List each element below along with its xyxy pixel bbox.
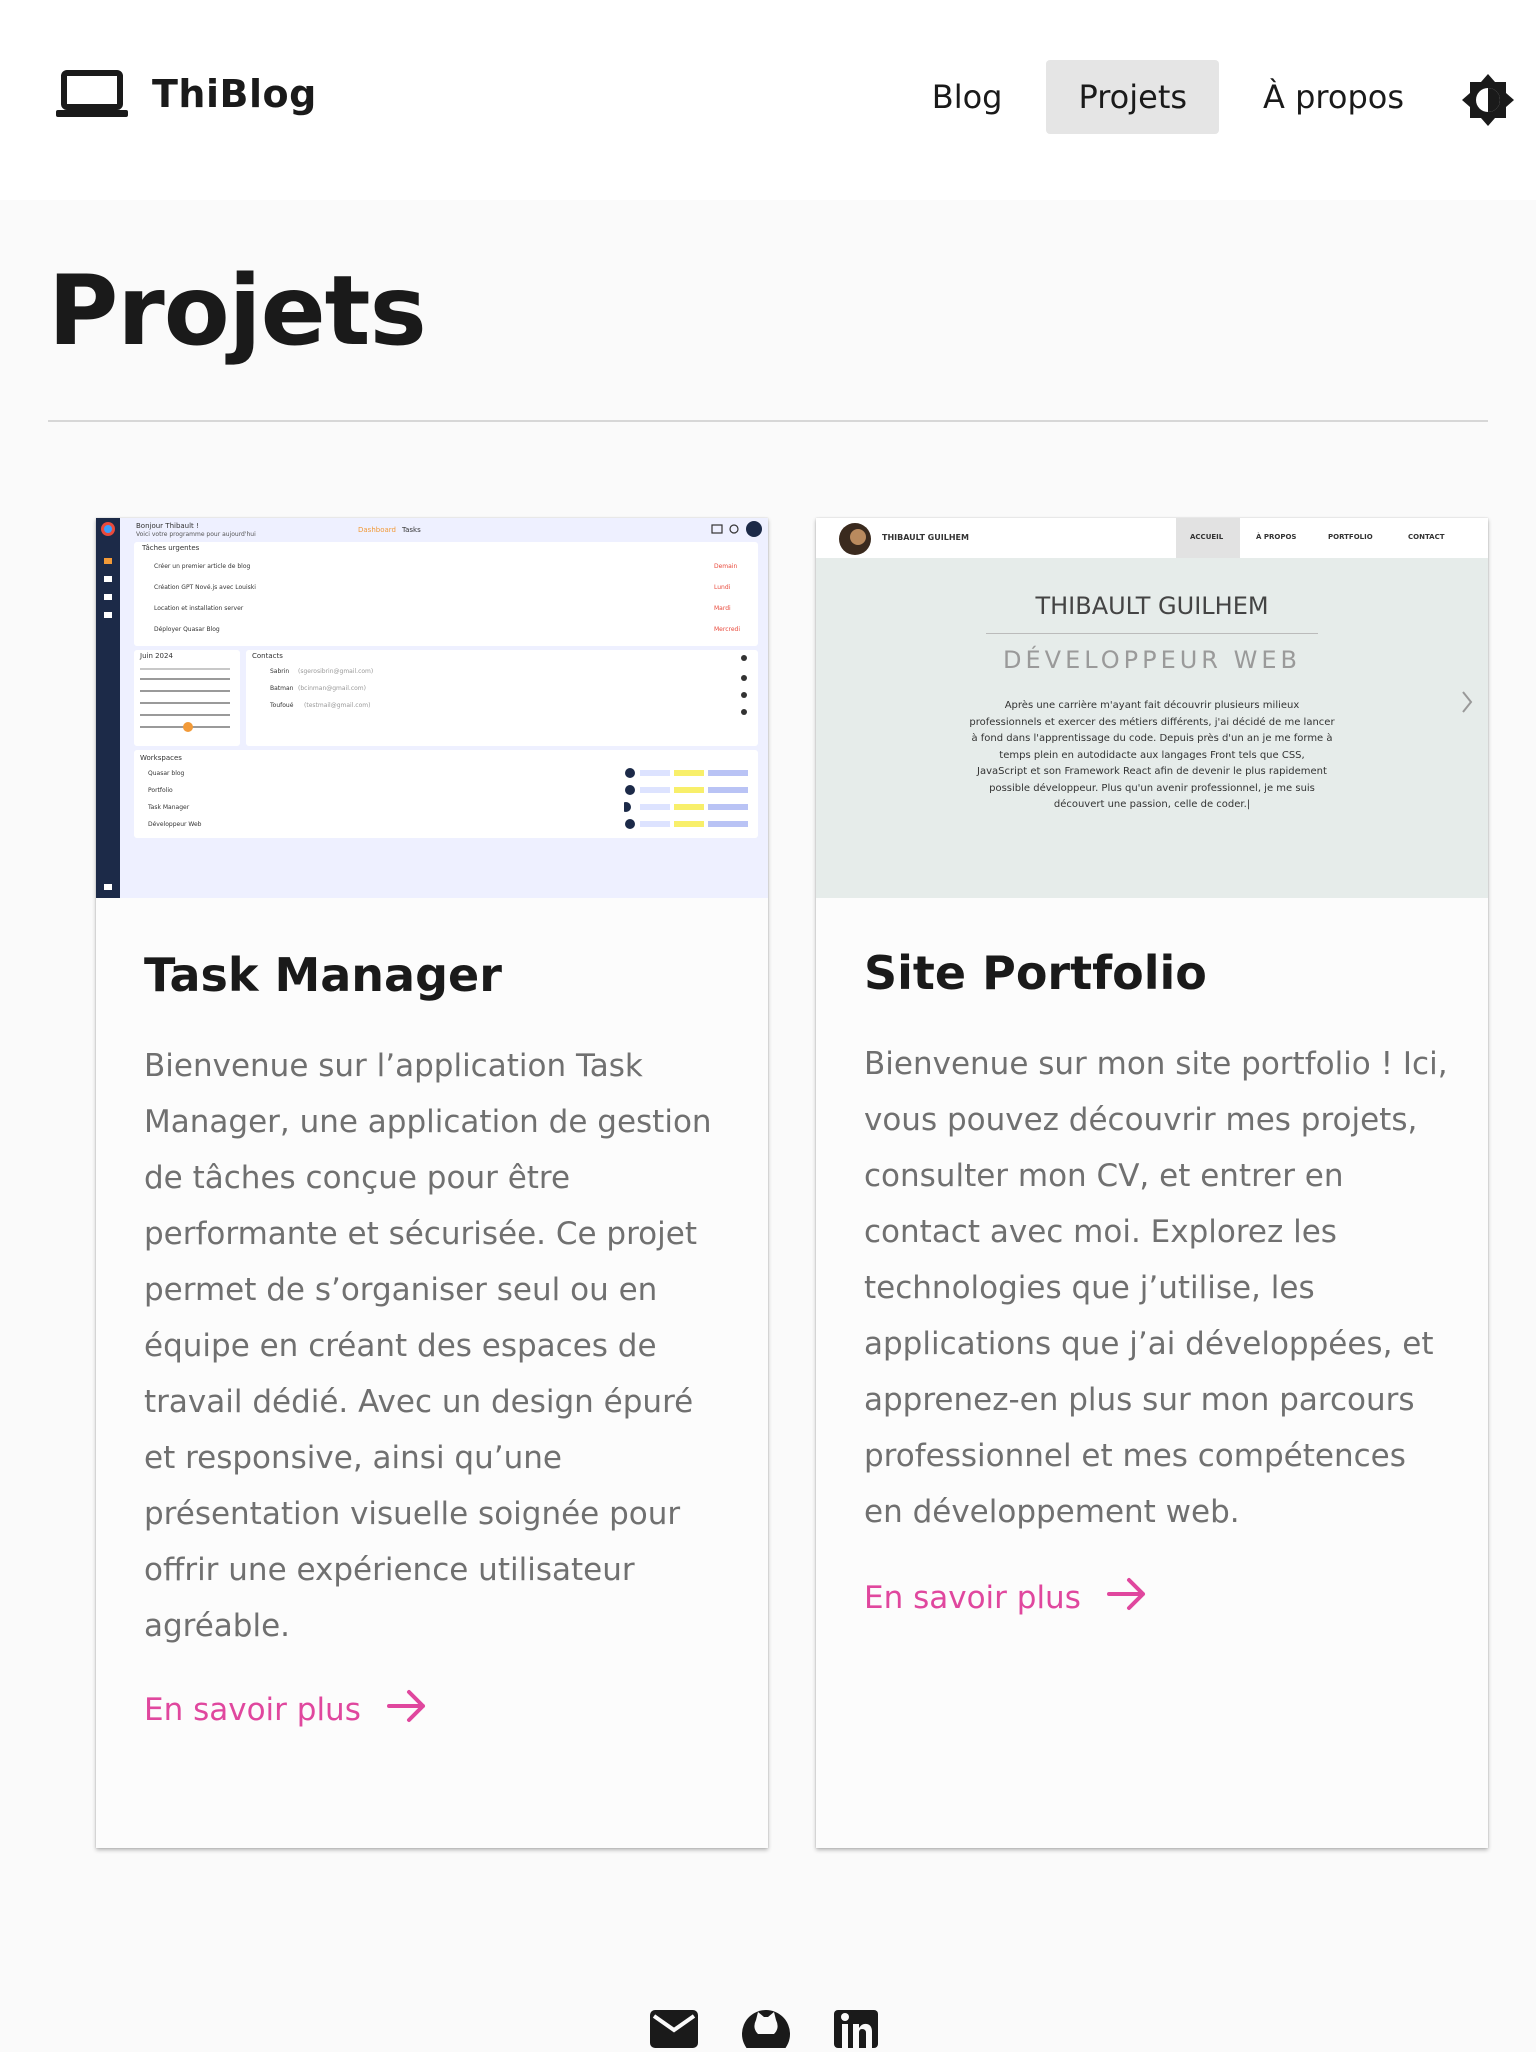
pf-nav-accueil: ACCUEIL [1190,533,1224,541]
project-card-site-portfolio: THIBAULT GUILHEM ACCUEIL À PROPOS PORTFO… [816,518,1488,1848]
linkedin-icon[interactable] [834,2008,878,2052]
tm-workspace: Développeur Web [148,821,202,828]
tm-contacts: Contacts Sabrin (sgerosibrin@gmail.com) … [246,650,758,746]
tm-urgent-when: Mercredi [714,626,741,633]
pf-header: THIBAULT GUILHEM ACCUEIL À PROPOS PORTFO… [816,518,1488,558]
brand[interactable]: ThiBlog [56,70,317,118]
pf-avatar [839,523,871,555]
tm-contact-name: Toufoué [270,702,294,709]
project-card-task-manager: Bonjour Thibault ! Voici votre programme… [96,518,768,1848]
pf-bio: Après une carrière m'ayant fait découvri… [816,698,1488,814]
pf-bio-line: temps plein en autodidacte aux langages … [999,749,1305,761]
learn-more-link[interactable]: En savoir plus [144,1688,427,1732]
tm-urgent-when: Demain [714,563,738,570]
sidebar-strip [96,518,120,898]
pf-bio-line: Après une carrière m'ayant fait découvri… [1004,700,1300,711]
tm-urgent-title: Tâches urgentes [142,544,200,552]
tm-contact-email: (testmail@gmail.com) [304,702,371,709]
nav-a-propos[interactable]: À propos [1231,60,1436,134]
tm-subtitle: Voici votre programme pour aujourd'hui [136,531,256,538]
page-title: Projets [48,255,427,367]
tm-urgent-item: Déployer Quasar Blog [154,626,220,633]
tm-greeting: Bonjour Thibault ! [136,522,199,530]
title-divider [48,420,1488,422]
pf-nav-a-propos: À PROPOS [1256,533,1297,541]
tm-workspaces: Workspaces Quasar blog Portfolio Task Ma… [134,750,758,838]
project-description: Bienvenue sur mon site portfolio ! Ici, … [864,1046,1448,1530]
pf-divider [986,633,1318,634]
project-screenshot-task-manager[interactable]: Bonjour Thibault ! Voici votre programme… [96,518,768,898]
pf-bio-line: professionnels et exercer des métiers di… [969,716,1335,728]
mail-icon[interactable] [650,2008,698,2052]
tm-tab-dashboard: Dashboard [358,526,396,534]
arrow-right-icon [386,1688,427,1732]
tm-urgent-when: Mardi [714,605,731,612]
brand-name: ThiBlog [152,72,317,116]
project-title: Site Portfolio [864,946,1207,1000]
footer-social [650,2008,878,2052]
project-description: Bienvenue sur l’application Task Manager… [144,1048,712,1644]
pf-bio-line: JavaScript et son Framework React afin d… [977,766,1327,777]
project-screenshot-portfolio[interactable]: THIBAULT GUILHEM ACCUEIL À PROPOS PORTFO… [816,518,1488,898]
tm-workspace: Task Manager [148,804,190,811]
tm-tab-tasks: Tasks [402,526,421,534]
tm-urgent-item: Création GPT Nové.js avec Louiski [154,584,256,591]
pf-nav-portfolio: PORTFOLIO [1328,533,1373,541]
tm-contact-name: Batman [270,685,294,692]
nav-blog[interactable]: Blog [900,60,1035,134]
learn-more-label: En savoir plus [144,1692,361,1728]
nav-projets[interactable]: Projets [1046,60,1220,134]
tm-contact-email: (sgerosibrin@gmail.com) [298,668,374,675]
tm-contact-email: (bcinman@gmail.com) [298,685,366,692]
tm-workspace: Quasar blog [148,770,185,777]
arrow-right-icon [1106,1576,1147,1620]
top-bar: ThiBlog Blog Projets À propos [0,0,1536,200]
learn-more-label: En savoir plus [864,1580,1081,1616]
main-nav: Blog Projets À propos [900,60,1436,134]
tm-urgent-when: Lundi [714,584,731,591]
tm-contacts-title: Contacts [252,652,283,660]
tm-calendar-title: Juin 2024 [140,652,173,660]
tm-urgent-item: Créer un premier article de blog [154,563,251,570]
tm-workspace: Portfolio [148,787,173,794]
pf-bio-line: découvert une passion, celle de coder.| [1053,799,1251,810]
tm-urgent-panel: Tâches urgentes Créer un premier article… [134,542,758,646]
theme-toggle-icon[interactable] [1462,74,1514,130]
laptop-icon [56,70,128,118]
chevron-right-icon [1462,691,1473,713]
pf-bio-line: possible développeur. Plus qu'un avenir … [989,782,1315,794]
project-title: Task Manager [144,948,502,1002]
tm-workspaces-title: Workspaces [140,754,182,762]
tm-contact-name: Sabrin [270,668,290,675]
pf-brand: THIBAULT GUILHEM [882,533,969,542]
pf-bio-line: à fond dans l'apprentissage du code. Dep… [971,733,1333,744]
pf-nav-contact: CONTACT [1408,533,1445,541]
pf-role: DÉVELOPPEUR WEB [1003,646,1301,674]
pf-name: THIBAULT GUILHEM [1035,592,1269,620]
github-icon[interactable] [742,2008,790,2052]
learn-more-link[interactable]: En savoir plus [864,1576,1147,1620]
tm-calendar: Juin 2024 [134,650,240,746]
tm-urgent-item: Location et installation server [154,605,244,612]
